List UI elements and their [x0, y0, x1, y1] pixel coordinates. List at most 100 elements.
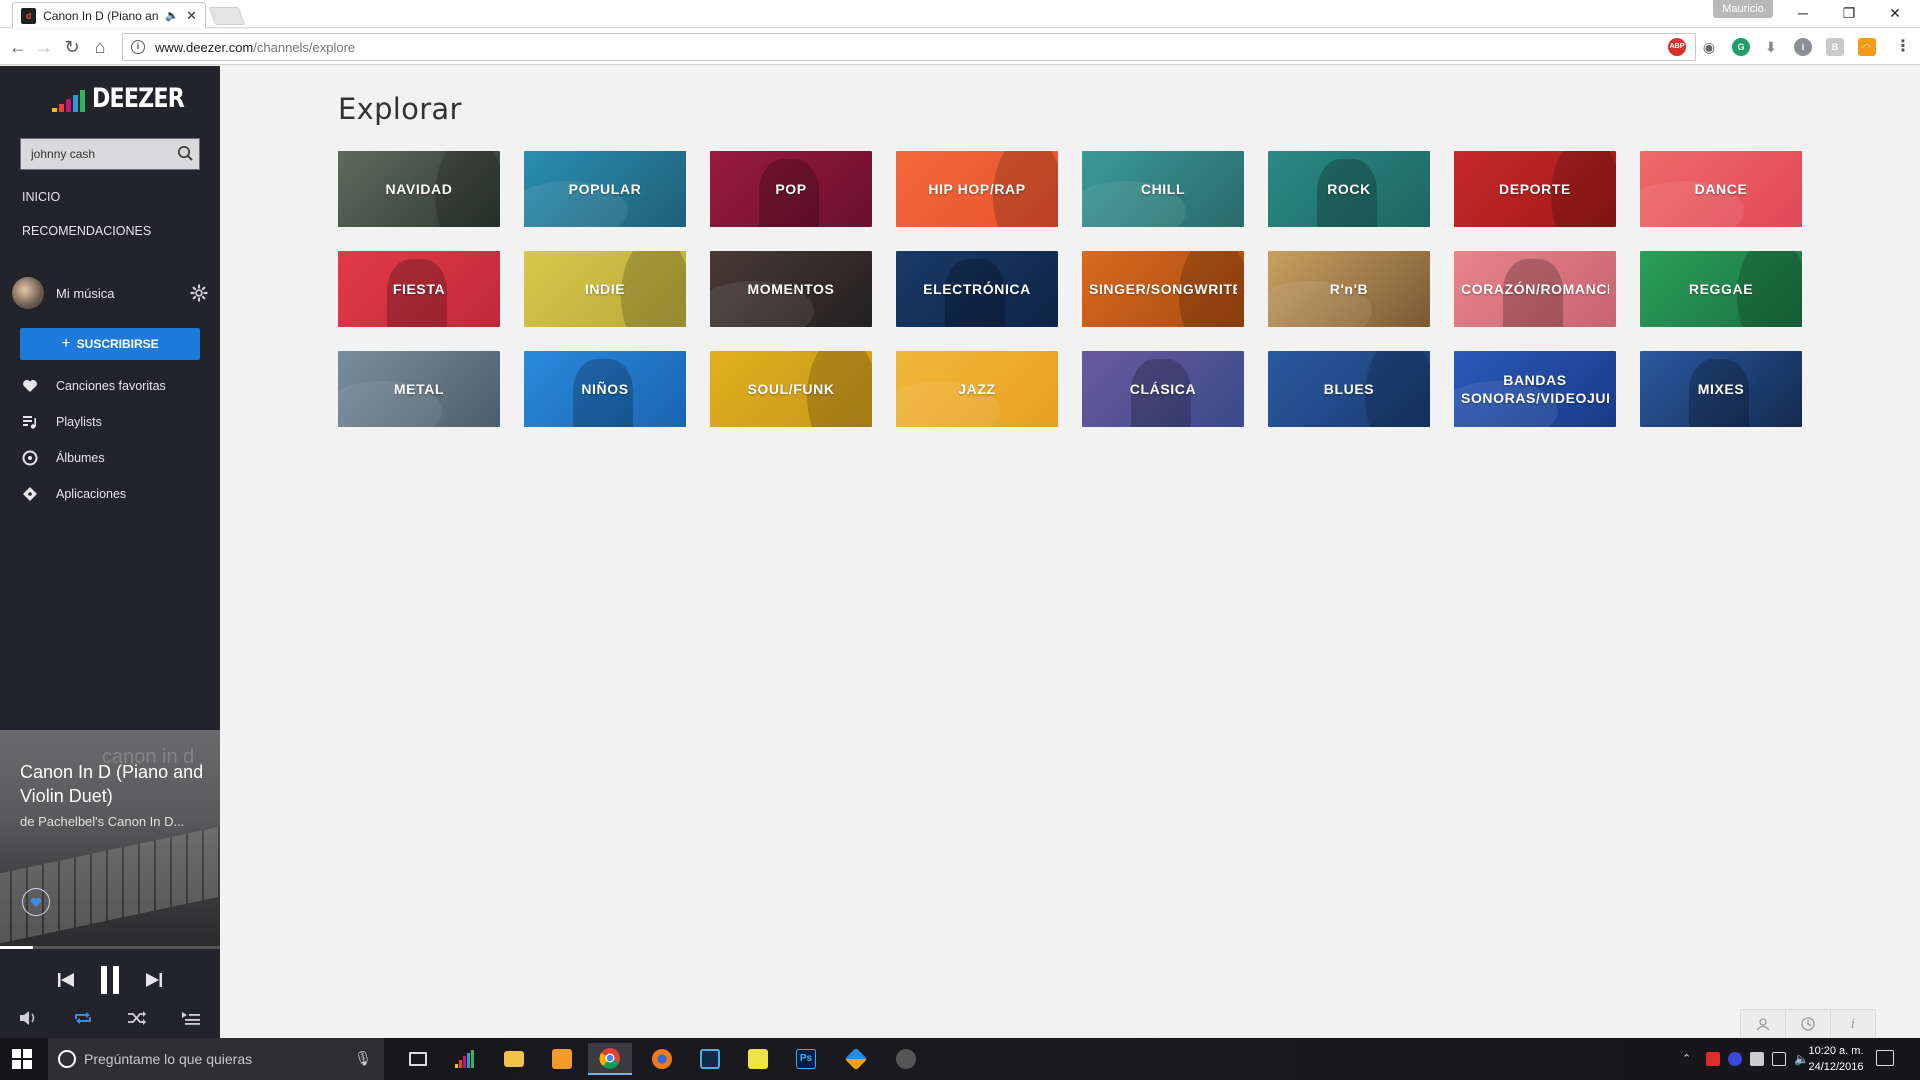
- film-app-icon[interactable]: [688, 1043, 732, 1075]
- channel-tile[interactable]: POP: [710, 151, 872, 227]
- restore-icon[interactable]: ❐: [1826, 2, 1872, 24]
- favorite-heart-button[interactable]: [22, 888, 50, 916]
- channel-tile[interactable]: NAVIDAD: [338, 151, 500, 227]
- channel-tile[interactable]: HIP HOP/RAP: [896, 151, 1058, 227]
- channel-tile[interactable]: REGGAE: [1640, 251, 1802, 327]
- task-view-icon[interactable]: [396, 1043, 440, 1075]
- adblock-icon[interactable]: ABP: [1668, 38, 1686, 56]
- gear-icon[interactable]: [190, 284, 208, 302]
- nav-inicio[interactable]: INICIO: [22, 190, 60, 204]
- deezer-logo[interactable]: DEEZER: [52, 85, 204, 112]
- menu-dots-icon[interactable]: ⋮: [1894, 38, 1912, 56]
- info-icon[interactable]: i: [1831, 1010, 1875, 1038]
- app-diamond-icon[interactable]: [834, 1043, 878, 1075]
- channel-tile[interactable]: DANCE: [1640, 151, 1802, 227]
- channel-tile[interactable]: FIESTA: [338, 251, 500, 327]
- cortana-search[interactable]: Pregúntame lo que quieras 🎙: [48, 1038, 384, 1080]
- track-title[interactable]: Canon In D (Piano and Violin Duet): [20, 760, 210, 808]
- queue-icon[interactable]: [180, 1009, 202, 1027]
- speaker-icon[interactable]: 🔈: [165, 9, 179, 22]
- extension-grey-icon[interactable]: i: [1794, 38, 1812, 56]
- avatar[interactable]: [12, 277, 44, 309]
- shuffle-icon[interactable]: [126, 1009, 148, 1027]
- repeat-icon[interactable]: [72, 1009, 94, 1027]
- firefox-icon[interactable]: [640, 1043, 684, 1075]
- channel-label: ELECTRÓNICA: [923, 281, 1031, 297]
- channel-tile[interactable]: MIXES: [1640, 351, 1802, 427]
- new-tab-button[interactable]: [208, 7, 246, 25]
- sidebar-item-playlists[interactable]: Playlists: [22, 412, 102, 432]
- channel-tile[interactable]: SOUL/FUNK: [710, 351, 872, 427]
- sidebar-item-albums[interactable]: Álbumes: [22, 448, 105, 468]
- channel-artwork: [1365, 351, 1430, 427]
- close-icon[interactable]: ✕: [186, 8, 197, 24]
- channel-artwork: [621, 251, 686, 327]
- channel-tile[interactable]: ELECTRÓNICA: [896, 251, 1058, 327]
- photoshop-icon[interactable]: Ps: [784, 1043, 828, 1075]
- minimize-icon[interactable]: ─: [1780, 2, 1826, 24]
- channel-tile[interactable]: CLÁSICA: [1082, 351, 1244, 427]
- channel-tile[interactable]: R'n'B: [1268, 251, 1430, 327]
- url-host: www.deezer.com: [155, 39, 254, 55]
- previous-icon[interactable]: [56, 969, 76, 991]
- channel-label: JAZZ: [958, 381, 996, 397]
- forward-icon[interactable]: →: [32, 35, 56, 59]
- channel-tile[interactable]: BLUES: [1268, 351, 1430, 427]
- track-artist[interactable]: de Pachelbel's Canon In D...: [20, 814, 210, 829]
- deezer-app-icon[interactable]: [444, 1043, 488, 1075]
- channel-tile[interactable]: BANDAS SONORAS/VIDEOJUEGOS: [1454, 351, 1616, 427]
- channel-tile[interactable]: CORAZÓN/ROMANCE: [1454, 251, 1616, 327]
- app-game-icon[interactable]: [884, 1043, 928, 1075]
- channel-tile[interactable]: MOMENTOS: [710, 251, 872, 327]
- channel-tile[interactable]: ROCK: [1268, 151, 1430, 227]
- chrome-icon[interactable]: [588, 1043, 632, 1075]
- sticky-notes-icon[interactable]: [736, 1043, 780, 1075]
- back-icon[interactable]: ←: [6, 35, 30, 59]
- extension-green-icon[interactable]: G: [1732, 38, 1750, 56]
- search-icon[interactable]: [177, 145, 193, 161]
- camera-icon[interactable]: ◉: [1700, 38, 1718, 56]
- extension-b-icon[interactable]: B: [1826, 38, 1844, 56]
- close-window-icon[interactable]: ✕: [1872, 2, 1918, 24]
- tray-drive-icon[interactable]: [1750, 1052, 1764, 1066]
- pause-icon[interactable]: [98, 964, 122, 996]
- channel-tile[interactable]: DEPORTE: [1454, 151, 1616, 227]
- tray-arrow-icon[interactable]: ⌃: [1682, 1052, 1696, 1066]
- channel-tile[interactable]: CHILL: [1082, 151, 1244, 227]
- volume-icon[interactable]: [18, 1009, 38, 1027]
- user-icon[interactable]: [1741, 1010, 1786, 1038]
- home-icon[interactable]: ⌂: [88, 35, 112, 59]
- my-music-label[interactable]: Mi música: [56, 286, 115, 301]
- nav-recomendaciones[interactable]: RECOMENDACIONES: [22, 224, 151, 238]
- rss-icon[interactable]: ◠: [1858, 38, 1876, 56]
- network-icon[interactable]: [1772, 1052, 1786, 1066]
- channel-tile[interactable]: INDIE: [524, 251, 686, 327]
- channel-tile[interactable]: METAL: [338, 351, 500, 427]
- channel-tile[interactable]: POPULAR: [524, 151, 686, 227]
- channel-tile[interactable]: NIÑOS: [524, 351, 686, 427]
- sidebar-item-apps[interactable]: Aplicaciones: [22, 484, 126, 504]
- action-center-icon[interactable]: [1876, 1050, 1894, 1066]
- tray-circle-icon[interactable]: [1728, 1052, 1742, 1066]
- info-icon[interactable]: i: [131, 40, 145, 54]
- windows-start-icon[interactable]: [12, 1049, 32, 1069]
- sidebar-item-favorites[interactable]: Canciones favoritas: [22, 376, 166, 396]
- channel-tile[interactable]: SINGER/SONGWRITER: [1082, 251, 1244, 327]
- clock-icon[interactable]: [1786, 1010, 1831, 1038]
- channel-tile[interactable]: JAZZ: [896, 351, 1058, 427]
- subscribe-button[interactable]: + SUSCRIBIRSE: [20, 328, 200, 360]
- address-bar[interactable]: i www.deezer.com/channels/explore ☆: [122, 33, 1696, 61]
- microphone-icon[interactable]: 🎙: [354, 1050, 372, 1067]
- tray-m-icon[interactable]: [1706, 1052, 1720, 1066]
- reload-icon[interactable]: ↻: [60, 35, 84, 59]
- search-input[interactable]: [31, 147, 171, 161]
- browser-tab[interactable]: d Canon In D (Piano and Violin Duet) 🔈 ✕: [12, 2, 206, 28]
- taskbar-clock[interactable]: 10:20 a. m. 24/12/2016: [1806, 1043, 1866, 1075]
- channel-label: ROCK: [1327, 181, 1371, 197]
- my-music-row[interactable]: Mi música: [12, 276, 208, 310]
- download-icon[interactable]: ⬇: [1762, 38, 1780, 56]
- media-player-icon[interactable]: [540, 1043, 584, 1075]
- next-icon[interactable]: [144, 969, 164, 991]
- file-explorer-icon[interactable]: [492, 1043, 536, 1075]
- profile-button[interactable]: Mauricio: [1713, 0, 1773, 18]
